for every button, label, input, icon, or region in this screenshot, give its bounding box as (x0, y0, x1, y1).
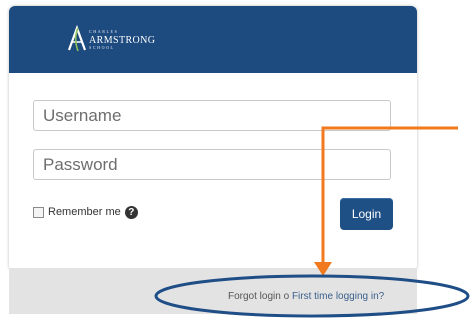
logo-text-top: CHARLES (89, 29, 119, 34)
logo-a-icon (67, 25, 87, 52)
help-icon[interactable]: ? (124, 205, 138, 219)
footer-links: Forgot login o First time logging in? (228, 291, 384, 302)
login-button[interactable]: Login (340, 198, 393, 230)
logo-text-bottom: SCHOOL (89, 45, 115, 50)
first-time-login-link[interactable]: First time logging in? (292, 291, 384, 302)
login-card: CHARLES ARMSTRONG SCHOOL Remember me ? L… (9, 6, 417, 271)
remember-me-row: Remember me ? (33, 204, 138, 220)
forgot-login-link[interactable]: Forgot login (228, 291, 281, 302)
remember-me-checkbox[interactable] (33, 206, 44, 218)
card-header: CHARLES ARMSTRONG SCHOOL (9, 6, 417, 73)
school-logo: CHARLES ARMSTRONG SCHOOL (66, 25, 186, 55)
password-input[interactable] (33, 149, 391, 180)
username-input[interactable] (33, 100, 391, 131)
remember-me-label[interactable]: Remember me (48, 206, 121, 218)
link-separator: o (283, 291, 290, 302)
